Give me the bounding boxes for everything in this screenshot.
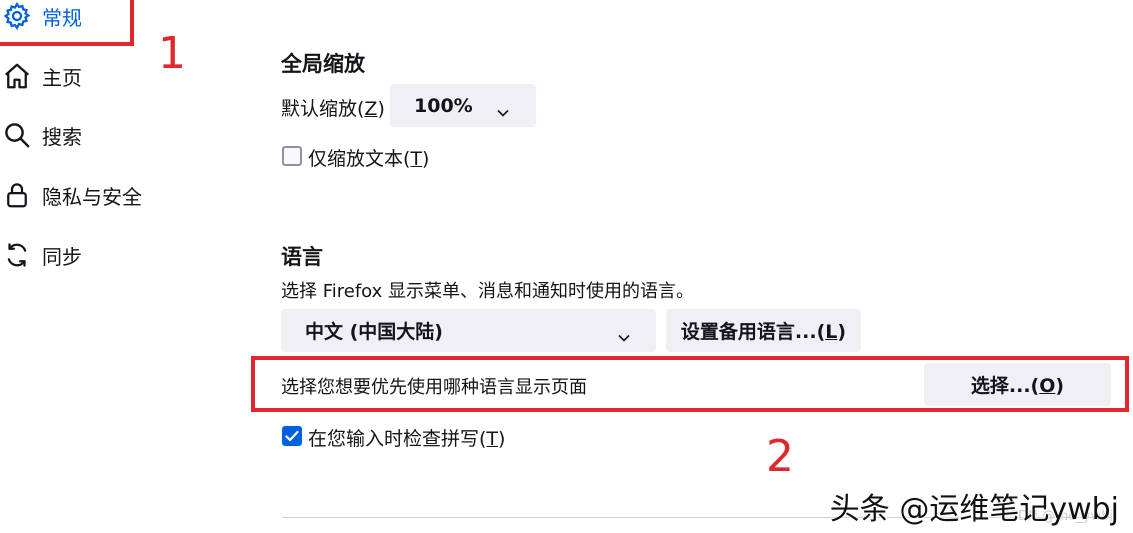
sidebar-item-label: 隐私与安全	[42, 184, 142, 209]
checkmark-icon	[285, 430, 299, 442]
alternative-languages-label: 设置备用语言...(L)	[680, 321, 847, 343]
lock-icon	[0, 178, 34, 212]
sidebar-item-label: 主页	[42, 65, 82, 90]
sidebar-item-search[interactable]: 搜索	[0, 115, 82, 155]
chevron-down-icon	[617, 326, 631, 342]
sidebar-item-label: 同步	[42, 244, 82, 269]
sidebar-item-privacy[interactable]: 隐私与安全	[0, 175, 142, 215]
language-select-value: 中文 (中国大陆)	[305, 321, 443, 343]
alternative-languages-button[interactable]: 设置备用语言...(L)	[666, 309, 861, 352]
language-description: 选择 Firefox 显示菜单、消息和通知时使用的语言。	[281, 281, 695, 302]
chevron-down-icon	[496, 101, 510, 117]
watermark: 头条 @运维笔记ywbj	[829, 492, 1119, 527]
home-icon	[0, 59, 34, 93]
default-zoom-label: 默认缩放(Z)	[281, 98, 385, 120]
default-zoom-value: 100%	[414, 94, 473, 117]
sidebar-item-label: 搜索	[42, 124, 82, 149]
firefox-preferences-page: 常规 主页 搜索 隐私与安全 同步 1 全局缩放 默认缩放(Z) 100% 仅缩…	[0, 0, 1133, 533]
zoom-text-only-label: 仅缩放文本(T)	[308, 148, 430, 170]
sync-icon	[0, 238, 34, 272]
zoom-text-only-checkbox[interactable]	[282, 146, 302, 166]
language-select[interactable]: 中文 (中国大陆)	[281, 309, 656, 352]
default-zoom-select[interactable]: 100%	[390, 84, 536, 127]
sidebar-item-home[interactable]: 主页	[0, 56, 82, 96]
spellcheck-label: 在您输入时检查拼写(T)	[308, 428, 506, 450]
zoom-heading: 全局缩放	[281, 52, 365, 76]
language-heading: 语言	[281, 245, 323, 269]
annotation-number-2: 2	[766, 431, 794, 482]
spellcheck-checkbox[interactable]	[282, 426, 302, 446]
search-icon	[0, 118, 34, 152]
annotation-number-1: 1	[158, 28, 186, 79]
annotation-box-2	[251, 356, 1129, 412]
annotation-box-1	[0, 0, 134, 46]
sidebar-item-sync[interactable]: 同步	[0, 235, 82, 275]
